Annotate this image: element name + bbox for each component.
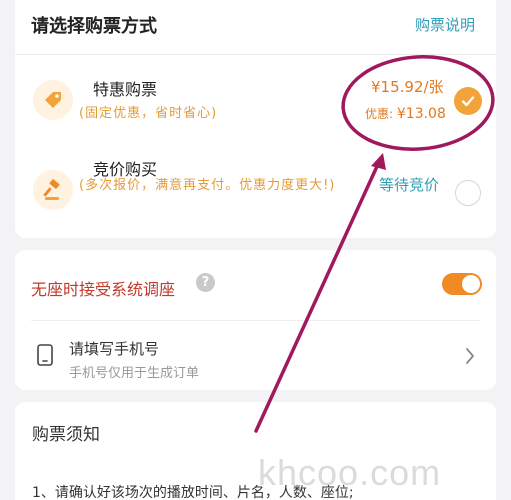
unselected-radio[interactable] [455, 180, 481, 206]
chevron-right-icon [465, 348, 475, 368]
notice-title: 购票须知 [32, 425, 100, 445]
discount-label: 优惠: [365, 107, 394, 121]
help-icon[interactable]: ? [196, 273, 215, 292]
price-tag-icon [33, 80, 73, 120]
selected-check-icon[interactable] [454, 87, 482, 115]
discount-value: ¥13.08 [396, 106, 446, 122]
divider [31, 320, 480, 321]
bidding-status: 等待竞价 [379, 176, 440, 194]
phone-subtitle: 手机号仅用于生成订单 [69, 366, 200, 381]
toggle-knob [462, 275, 480, 293]
section-title: 请选择购票方式 [31, 16, 157, 37]
divider [15, 54, 496, 55]
option-description: (固定优惠，省时省心) [79, 106, 218, 121]
purchase-info-link[interactable]: 购票说明 [415, 14, 475, 35]
purchase-method-card: 请选择购票方式 购票说明 特惠购票 (固定优惠，省时省心) ¥15.92/张 优… [15, 0, 496, 238]
discount-amount: 优惠: ¥13.08 [365, 105, 446, 122]
option-description: (多次报价，满意再支付。优惠力度更大!) [79, 178, 336, 193]
ticket-price: ¥15.92/张 [371, 78, 444, 96]
watermark: khcoo.com [258, 452, 442, 493]
option-title: 特惠购票 [93, 80, 158, 99]
phone-icon [37, 344, 53, 370]
seat-adjust-label: 无座时接受系统调座 [31, 280, 176, 299]
options-card: 无座时接受系统调座 ? 请填写手机号 手机号仅用于生成订单 [15, 250, 496, 390]
seat-adjust-toggle[interactable] [442, 273, 482, 295]
auction-hammer-icon [33, 170, 73, 210]
phone-title: 请填写手机号 [69, 340, 160, 358]
